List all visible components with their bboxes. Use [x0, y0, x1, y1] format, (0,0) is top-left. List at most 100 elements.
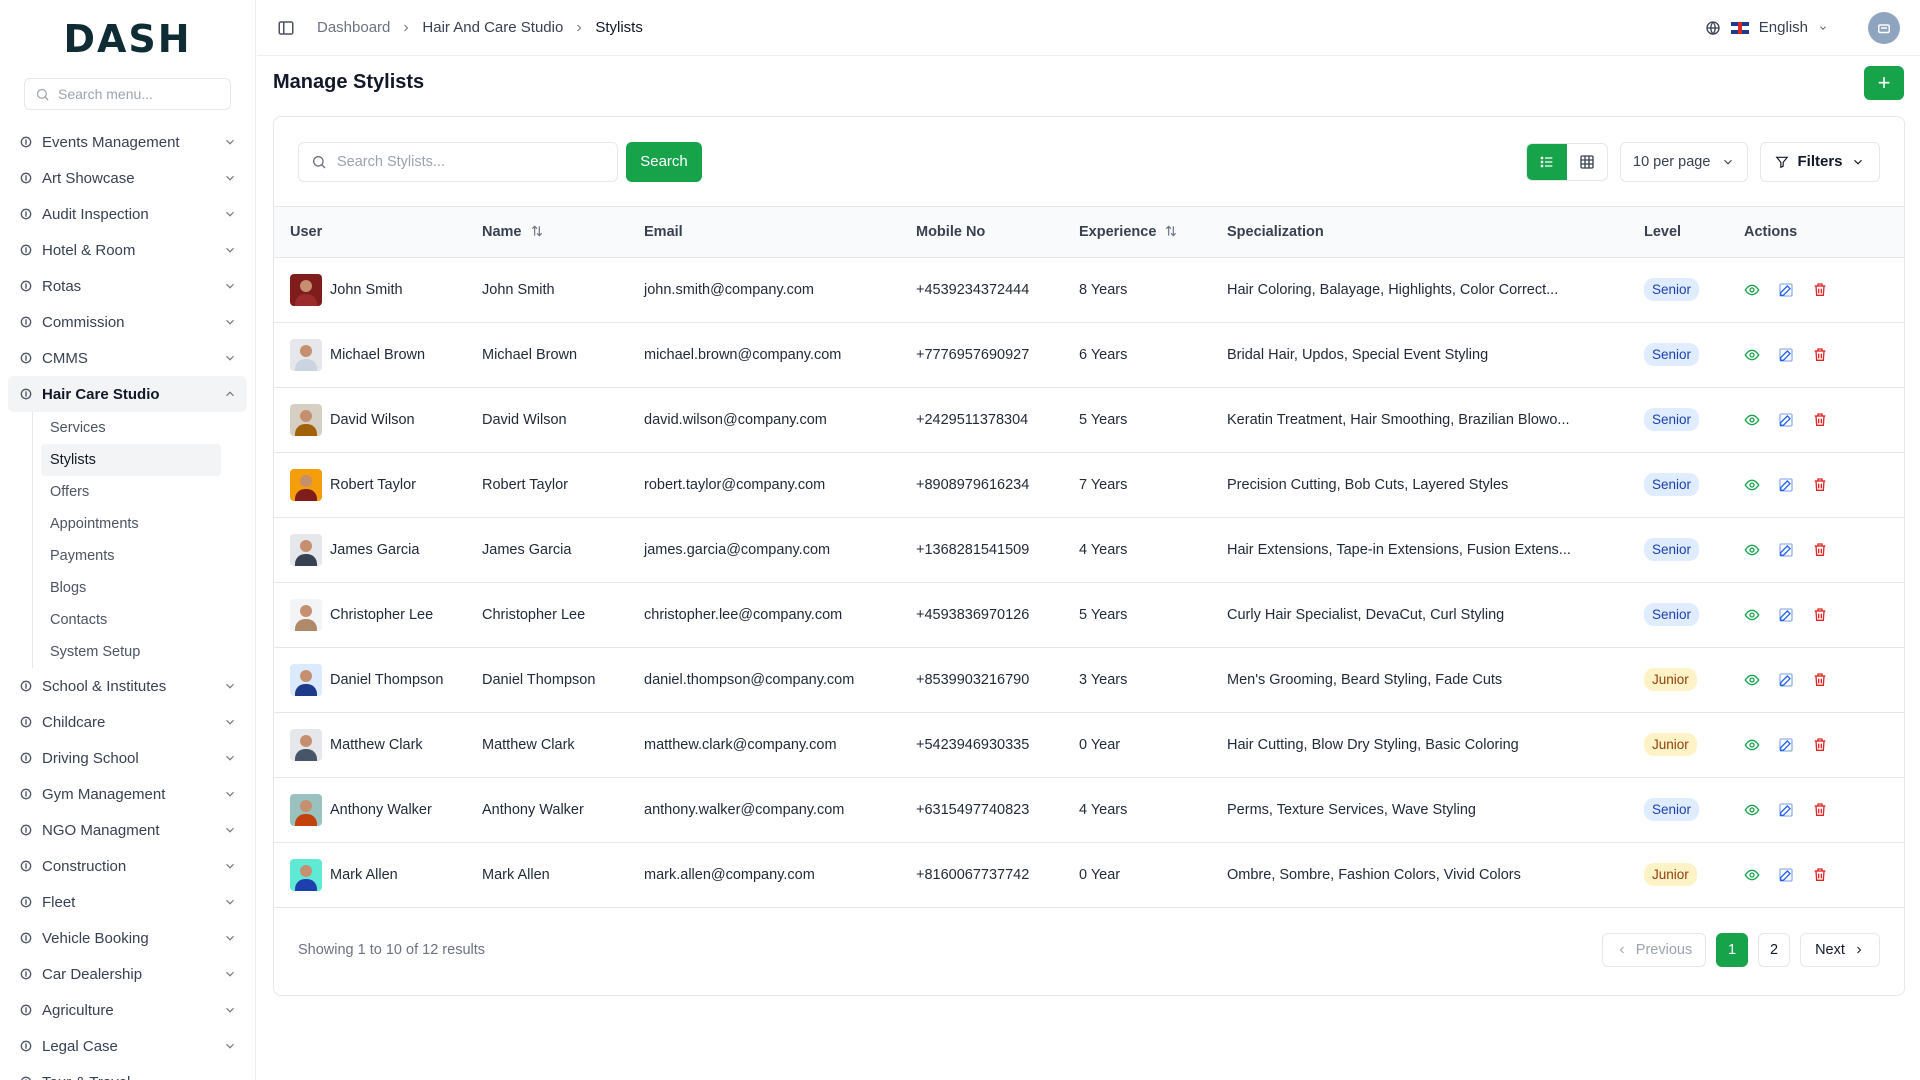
stylist-avatar: [290, 858, 322, 891]
column-header-name[interactable]: Name: [482, 207, 644, 258]
submenu-item-system-setup[interactable]: System Setup: [41, 636, 221, 668]
palette-icon: [18, 170, 34, 186]
edit-icon[interactable]: [1778, 412, 1794, 428]
sidebar-item-art-showcase[interactable]: Art Showcase: [8, 160, 247, 196]
trash-icon[interactable]: [1812, 867, 1828, 883]
sidebar-item-agriculture[interactable]: Agriculture: [8, 992, 247, 1028]
edit-icon[interactable]: [1778, 737, 1794, 753]
edit-icon[interactable]: [1778, 477, 1794, 493]
sidebar-search-input[interactable]: Search menu...: [24, 78, 231, 110]
eye-icon[interactable]: [1744, 282, 1760, 298]
sidebar-item-gym-management[interactable]: Gym Management: [8, 776, 247, 812]
cell-experience: 4 Years: [1079, 541, 1128, 558]
eye-icon[interactable]: [1744, 542, 1760, 558]
trash-icon[interactable]: [1812, 542, 1828, 558]
next-page-button[interactable]: Next: [1800, 932, 1880, 967]
sort-icon[interactable]: [1164, 224, 1178, 238]
cell-actions: [1744, 777, 1904, 842]
cell-mobile: +2429511378304: [916, 411, 1029, 428]
trash-icon[interactable]: [1812, 802, 1828, 818]
page-2-button[interactable]: 2: [1758, 932, 1790, 967]
sidebar-item-label: Art Showcase: [42, 169, 135, 187]
audit-icon: [18, 206, 34, 222]
trash-icon[interactable]: [1812, 477, 1828, 493]
submenu-item-stylists[interactable]: Stylists: [41, 444, 221, 476]
sidebar-toggle-icon[interactable]: [277, 19, 295, 37]
sidebar-item-car-dealership[interactable]: Car Dealership: [8, 956, 247, 992]
stylist-search-input[interactable]: Search Stylists...: [298, 141, 618, 182]
trash-icon[interactable]: [1812, 737, 1828, 753]
sidebar-item-tour-travel[interactable]: Tour & Travel: [8, 1064, 247, 1080]
column-header-user: User: [274, 207, 482, 258]
previous-page-button[interactable]: Previous: [1602, 932, 1706, 967]
page-1-button[interactable]: 1: [1716, 932, 1748, 967]
list-view-button[interactable]: [1527, 143, 1567, 180]
sidebar-item-rotas[interactable]: Rotas: [8, 268, 247, 304]
submenu-item-contacts[interactable]: Contacts: [41, 604, 221, 636]
eye-icon[interactable]: [1744, 672, 1760, 688]
eye-icon[interactable]: [1744, 867, 1760, 883]
stylist-avatar: [290, 598, 322, 631]
language-selector[interactable]: English: [1759, 19, 1808, 36]
trash-icon[interactable]: [1812, 347, 1828, 363]
sidebar-item-ngo-managment[interactable]: NGO Managment: [8, 812, 247, 848]
level-badge: Senior: [1644, 798, 1700, 821]
sidebar-item-school-institutes[interactable]: School & Institutes: [8, 668, 247, 704]
trash-icon[interactable]: [1812, 672, 1828, 688]
edit-icon[interactable]: [1778, 802, 1794, 818]
breadcrumb-dashboard[interactable]: Dashboard: [317, 19, 390, 36]
sidebar-item-cmms[interactable]: CMMS: [8, 340, 247, 376]
submenu-item-offers[interactable]: Offers: [41, 476, 221, 508]
cell-email: daniel.thompson@company.com: [644, 671, 855, 688]
sidebar-item-driving-school[interactable]: Driving School: [8, 740, 247, 776]
submenu-item-appointments[interactable]: Appointments: [41, 508, 221, 540]
filters-button[interactable]: Filters: [1760, 141, 1880, 182]
column-header-experience[interactable]: Experience: [1079, 207, 1227, 258]
sidebar-item-hair-care-studio[interactable]: Hair Care Studio: [8, 376, 247, 412]
view-toggle: [1526, 142, 1608, 181]
add-stylist-button[interactable]: +: [1864, 66, 1904, 100]
grid-view-button[interactable]: [1567, 144, 1607, 180]
sort-icon[interactable]: [530, 224, 544, 238]
cell-experience: 5 Years: [1079, 411, 1128, 428]
eye-icon[interactable]: [1744, 412, 1760, 428]
sidebar-item-childcare[interactable]: Childcare: [8, 704, 247, 740]
eye-icon[interactable]: [1744, 477, 1760, 493]
submenu-item-services[interactable]: Services: [41, 412, 221, 444]
eye-icon[interactable]: [1744, 607, 1760, 623]
eye-icon[interactable]: [1744, 737, 1760, 753]
trash-icon[interactable]: [1812, 412, 1828, 428]
sidebar-item-audit-inspection[interactable]: Audit Inspection: [8, 196, 247, 232]
edit-icon[interactable]: [1778, 607, 1794, 623]
breadcrumb-studio[interactable]: Hair And Care Studio: [422, 19, 563, 36]
sidebar-item-hotel-room[interactable]: Hotel & Room: [8, 232, 247, 268]
sidebar-item-fleet[interactable]: Fleet: [8, 884, 247, 920]
search-button[interactable]: Search: [626, 141, 702, 182]
per-page-select[interactable]: 10 per page: [1620, 141, 1748, 182]
edit-icon[interactable]: [1778, 867, 1794, 883]
cell-actions: [1744, 517, 1904, 582]
edit-icon[interactable]: [1778, 672, 1794, 688]
sidebar-item-vehicle-booking[interactable]: Vehicle Booking: [8, 920, 247, 956]
edit-icon[interactable]: [1778, 542, 1794, 558]
submenu-item-blogs[interactable]: Blogs: [41, 572, 221, 604]
app-logo[interactable]: DASH: [0, 0, 255, 78]
sidebar-item-label: Events Management: [42, 133, 180, 151]
edit-icon[interactable]: [1778, 282, 1794, 298]
eye-icon[interactable]: [1744, 347, 1760, 363]
sidebar-item-construction[interactable]: Construction: [8, 848, 247, 884]
edit-icon[interactable]: [1778, 347, 1794, 363]
chevron-down-icon[interactable]: [1818, 23, 1828, 33]
user-avatar[interactable]: [1868, 11, 1900, 44]
table-row: Daniel Thompson Daniel Thompson daniel.tho…: [274, 647, 1904, 712]
eye-icon[interactable]: [1744, 802, 1760, 818]
sidebar-item-events-management[interactable]: Events Management: [8, 124, 247, 160]
sidebar-item-label: Commission: [42, 313, 125, 331]
trash-icon[interactable]: [1812, 607, 1828, 623]
search-icon: [36, 88, 49, 101]
sidebar-item-legal-case[interactable]: Legal Case: [8, 1028, 247, 1064]
user-name: John Smith: [330, 281, 403, 298]
submenu-item-payments[interactable]: Payments: [41, 540, 221, 572]
sidebar-item-commission[interactable]: Commission: [8, 304, 247, 340]
trash-icon[interactable]: [1812, 282, 1828, 298]
